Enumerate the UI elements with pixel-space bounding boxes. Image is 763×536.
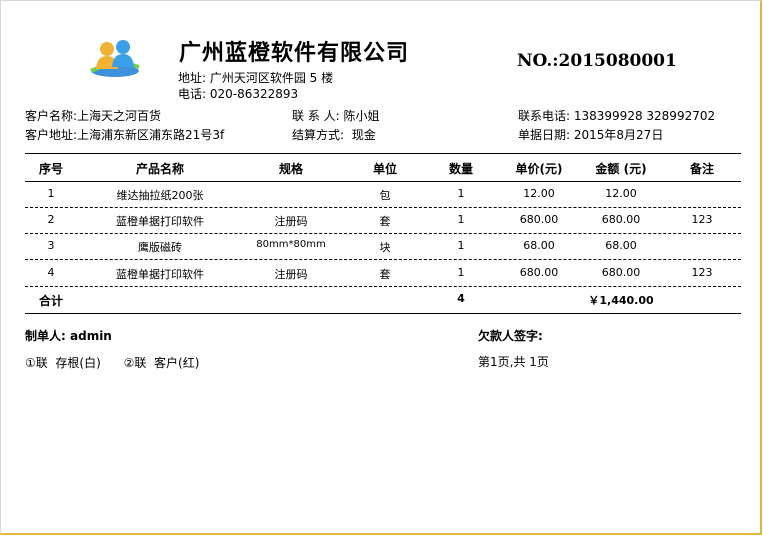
customer-name-row: 客户名称:上海天之河百货 bbox=[25, 107, 161, 124]
table-bottom-line bbox=[25, 313, 741, 314]
customer-address-row: 客户地址:上海浦东新区浦东路21号3f bbox=[25, 126, 224, 143]
document-number: NO.:2015080001 bbox=[517, 51, 677, 71]
unit-price: 680.00 bbox=[519, 213, 559, 226]
total-qty: 4 bbox=[457, 292, 465, 305]
row-divider bbox=[25, 207, 741, 208]
customer-name: 上海天之河百货 bbox=[77, 109, 162, 123]
product-unit: 块 bbox=[379, 241, 391, 254]
product-qty: 1 bbox=[457, 266, 465, 279]
unit-price: 12.00 bbox=[523, 187, 555, 200]
product-unit: 套 bbox=[379, 215, 391, 228]
line-amount: 680.00 bbox=[601, 266, 641, 279]
customer-address-label: 客户地址: bbox=[25, 128, 78, 142]
product-name: 鹰版磁砖 bbox=[138, 241, 182, 254]
contact-label: 联 系 人: bbox=[292, 109, 340, 123]
customer-address: 上海浦东新区浦东路21号3f bbox=[77, 128, 225, 142]
line-amount: 12.00 bbox=[605, 187, 637, 200]
row-index: 1 bbox=[47, 187, 55, 200]
people-logo-icon bbox=[90, 40, 140, 77]
contact-row: 联 系 人: 陈小姐 bbox=[292, 107, 380, 124]
column-header-price: 单价(元) bbox=[515, 162, 563, 176]
document-date: 2015年8月27日 bbox=[573, 128, 664, 142]
company-name: 广州蓝橙软件有限公司 bbox=[179, 40, 410, 66]
document-date-row: 单据日期: 2015年8月27日 bbox=[518, 126, 663, 143]
row-index: 4 bbox=[47, 266, 55, 279]
product-unit: 包 bbox=[379, 189, 391, 202]
line-amount: 68.00 bbox=[605, 239, 637, 252]
customer-phone-row: 联系电话: 138399928 328992702 bbox=[518, 107, 715, 124]
column-header-qty: 数量 bbox=[448, 162, 473, 176]
product-name: 维达抽拉纸200张 bbox=[116, 189, 204, 202]
maker-row: 制单人: admin bbox=[25, 327, 112, 344]
row-index: 3 bbox=[47, 239, 55, 252]
column-header-remark: 备注 bbox=[689, 162, 714, 176]
settlement-method: 现金 bbox=[351, 128, 376, 142]
row-divider bbox=[25, 233, 741, 234]
customer-phone: 138399928 328992702 bbox=[573, 109, 716, 123]
product-unit: 套 bbox=[379, 268, 391, 281]
company-address: 地址: 广州天河区软件园 5 楼 bbox=[178, 71, 334, 85]
customer-phone-label: 联系电话: bbox=[518, 109, 571, 123]
signature-label: 欠款人签字: bbox=[478, 329, 543, 343]
product-spec: 注册码 bbox=[274, 215, 308, 228]
column-header-index: 序号 bbox=[38, 162, 63, 176]
column-header-amount: 金额 (元) bbox=[595, 162, 647, 176]
column-header-unit: 单位 bbox=[372, 162, 397, 176]
product-spec: 注册码 bbox=[274, 268, 308, 281]
total-amount: ￥1,440.00 bbox=[588, 294, 654, 307]
maker-label: 制单人: bbox=[25, 329, 66, 343]
product-qty: 1 bbox=[457, 213, 465, 226]
unit-price: 680.00 bbox=[519, 266, 559, 279]
product-name: 蓝橙单据打印软件 bbox=[116, 215, 204, 228]
column-header-product: 产品名称 bbox=[135, 162, 184, 176]
settlement-row: 结算方式: 现金 bbox=[292, 126, 376, 143]
product-qty: 1 bbox=[457, 239, 465, 252]
product-qty: 1 bbox=[457, 187, 465, 200]
contact-name: 陈小姐 bbox=[343, 109, 380, 123]
remark: 123 bbox=[691, 213, 713, 226]
unit-price: 68.00 bbox=[523, 239, 555, 252]
document-date-label: 单据日期: bbox=[518, 128, 571, 142]
row-index: 2 bbox=[47, 213, 55, 226]
row-divider bbox=[25, 259, 741, 260]
row-divider bbox=[25, 286, 741, 287]
table-top-line bbox=[25, 153, 741, 154]
maker-name: admin bbox=[70, 329, 112, 343]
product-name: 蓝橙单据打印软件 bbox=[116, 268, 204, 281]
product-spec: 80mm*80mm bbox=[256, 239, 326, 250]
settlement-label: 结算方式: bbox=[292, 128, 345, 142]
customer-name-label: 客户名称: bbox=[25, 109, 78, 123]
total-label: 合计 bbox=[38, 294, 63, 308]
column-header-spec: 规格 bbox=[278, 162, 303, 176]
copy-distribution: ①联 存根(白) ②联 客户(红) bbox=[25, 356, 200, 370]
receipt-page: 广州蓝橙软件有限公司 地址: 广州天河区软件园 5 楼 电话: 020-8632… bbox=[0, 0, 762, 535]
remark: 123 bbox=[691, 266, 713, 279]
company-phone: 电话: 020-86322893 bbox=[178, 87, 299, 101]
table-header-line bbox=[25, 181, 741, 182]
page-info: 第1页,共 1页 bbox=[478, 355, 549, 369]
line-amount: 680.00 bbox=[601, 213, 641, 226]
